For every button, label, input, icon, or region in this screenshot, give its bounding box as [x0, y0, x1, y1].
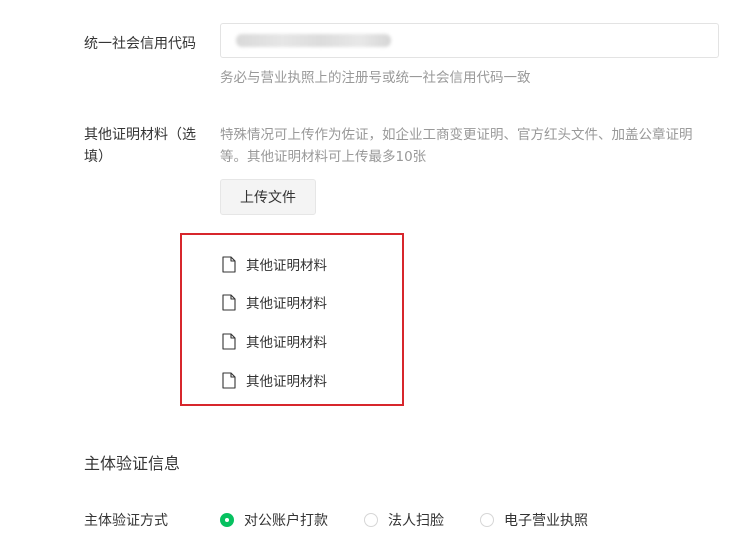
file-name: 其他证明材料: [246, 296, 327, 312]
other-materials-hint-line2: 等。其他证明材料可上传最多10张: [220, 149, 427, 165]
file-icon: [222, 371, 236, 389]
credit-code-label: 统一社会信用代码: [84, 36, 196, 52]
file-icon: [222, 332, 236, 350]
radio-option-e-license[interactable]: 电子营业执照: [480, 510, 588, 530]
radio-checked-icon: [220, 513, 234, 527]
radio-unchecked-icon: [364, 513, 378, 527]
credit-code-hint: 务必与营业执照上的注册号或统一社会信用代码一致: [220, 70, 531, 86]
file-item[interactable]: 其他证明材料: [222, 370, 327, 390]
radio-unchecked-icon: [480, 513, 494, 527]
file-icon: [222, 293, 236, 311]
file-item[interactable]: 其他证明材料: [222, 331, 327, 351]
upload-file-button[interactable]: 上传文件: [220, 179, 316, 215]
radio-label: 对公账户打款: [244, 513, 328, 529]
file-icon: [222, 255, 236, 273]
radio-option-corporate-transfer[interactable]: 对公账户打款: [220, 510, 328, 530]
file-name: 其他证明材料: [246, 258, 327, 274]
verification-method-label: 主体验证方式: [84, 513, 168, 529]
file-item[interactable]: 其他证明材料: [222, 254, 327, 274]
file-name: 其他证明材料: [246, 335, 327, 351]
radio-label: 电子营业执照: [504, 513, 588, 529]
other-materials-label-line2: 填）: [84, 149, 112, 165]
other-materials-label-line1: 其他证明材料（选: [84, 127, 196, 143]
redacted-value: [236, 34, 391, 47]
file-item[interactable]: 其他证明材料: [222, 292, 327, 312]
section-title: 主体验证信息: [84, 454, 181, 473]
radio-option-face-scan[interactable]: 法人扫脸: [364, 510, 444, 530]
other-materials-hint-line1: 特殊情况可上传作为佐证，如企业工商变更证明、官方红头文件、加盖公章证明: [220, 127, 693, 143]
file-name: 其他证明材料: [246, 374, 327, 390]
credit-code-input[interactable]: [220, 23, 719, 58]
radio-label: 法人扫脸: [388, 513, 444, 529]
